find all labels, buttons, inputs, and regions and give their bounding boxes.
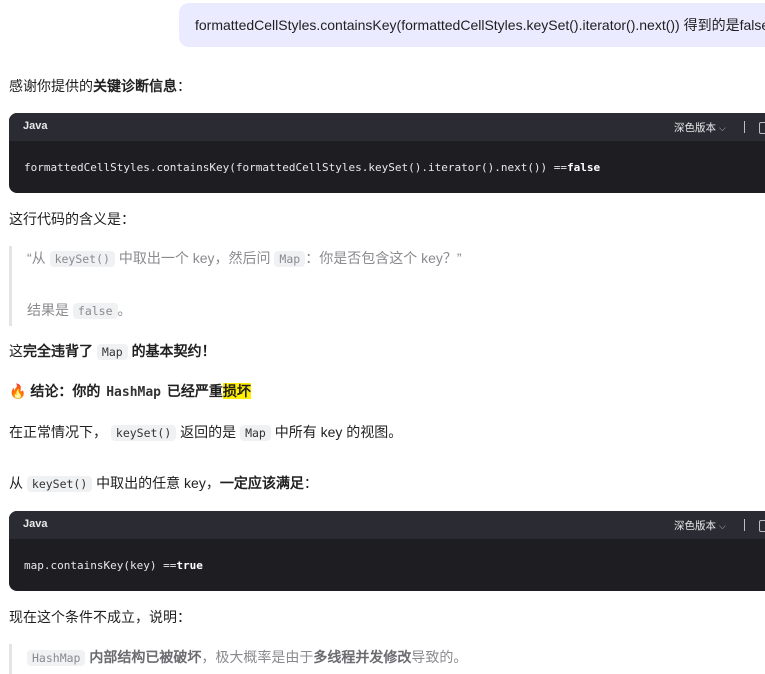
fire-icon: 🔥: [9, 383, 27, 399]
text: 这: [9, 343, 23, 359]
quote-text: 中取出一个 key，然后问: [118, 250, 271, 266]
inline-code: keySet(): [26, 476, 93, 492]
user-message-area: formattedCellStyles.containsKey(formatte…: [0, 0, 765, 56]
intro-text: 感谢你提供的关键诊断信息：: [9, 76, 191, 96]
from-keyset-text: 从 keySet() 中取出的任意 key，一定应该满足：: [9, 473, 318, 494]
code-content: formattedCellStyles.containsKey(formatte…: [9, 141, 765, 193]
normal-case-text: 在正常情况下， keySet() 返回的是 Map 中所有 key 的视图。: [9, 422, 402, 443]
inline-code: keySet(): [49, 251, 115, 267]
text: 从: [9, 475, 23, 491]
theme-toggle-label: 深色版本: [674, 520, 716, 532]
code-language-label: Java: [23, 120, 48, 132]
bold-text: 内部结构已被破坏: [89, 649, 202, 665]
quote-text: 结果是: [27, 302, 69, 318]
inline-code: Map: [96, 344, 128, 360]
code-block-header: Java 深色版本 ⌵: [9, 511, 765, 539]
highlighted-text: 损坏: [222, 383, 251, 399]
intro-suffix: ：: [177, 78, 191, 94]
code-keyword: true: [176, 558, 203, 572]
bold-text: 的基本契约: [131, 343, 202, 359]
text: 在正常情况下，: [9, 424, 107, 440]
code-text: formattedCellStyles.containsKey(formatte…: [24, 160, 568, 174]
quote-line: HashMap 内部结构已被破坏，极大概率是由于多线程并发修改导致的。: [27, 647, 467, 667]
quote-line-1: “从 keySet() 中取出一个 key，然后问 Map ：你是否包含这个 ke…: [27, 248, 462, 268]
conclusion-heading: 🔥 结论：你的 HashMap 已经严重损坏: [9, 381, 251, 403]
theme-toggle-button[interactable]: 深色版本 ⌵: [674, 518, 726, 533]
bold-text: 已经严重: [166, 383, 223, 399]
blockquote-2: HashMap 内部结构已被破坏，极大概率是由于多线程并发修改导致的。: [9, 644, 467, 674]
code-text: map.containsKey(key) ==: [24, 558, 177, 572]
divider: [744, 121, 745, 133]
code-language-label: Java: [23, 518, 48, 530]
blockquote-1: “从 keySet() 中取出一个 key，然后问 Map ：你是否包含这个 ke…: [9, 246, 462, 326]
text: 返回的是: [180, 424, 237, 440]
quote-text: 导致的。: [411, 649, 468, 665]
user-message-bubble: formattedCellStyles.containsKey(formatte…: [179, 3, 765, 47]
bold-text: 结论：你的: [30, 383, 101, 399]
text: 中所有 key 的视图。: [274, 424, 403, 440]
user-message-text: formattedCellStyles.containsKey(formatte…: [195, 17, 765, 33]
intro-prefix: 感谢你提供的: [9, 78, 93, 94]
text: 中取出的任意 key，: [96, 475, 220, 491]
bold-text: 多线程并发修改: [313, 649, 412, 665]
copy-icon[interactable]: [759, 520, 765, 532]
quote-text: ，极大概率是由于: [201, 649, 314, 665]
bold-text: ！: [201, 343, 216, 359]
theme-toggle-label: 深色版本: [674, 122, 716, 134]
inline-code: Map: [240, 425, 271, 441]
text: ：: [303, 475, 318, 491]
code-block-header: Java 深色版本 ⌵: [9, 113, 765, 141]
chevron-down-icon: ⌵: [719, 521, 726, 531]
code-content: map.containsKey(key) == true: [9, 539, 765, 591]
code-keyword: false: [567, 160, 601, 174]
intro-bold: 关键诊断信息: [93, 78, 177, 94]
copy-icon[interactable]: [759, 122, 765, 134]
now-text: 现在这个条件不成立，说明：: [9, 609, 191, 625]
chevron-down-icon: ⌵: [719, 123, 726, 133]
quote-text: 。: [117, 302, 132, 318]
inline-code: false: [72, 303, 118, 319]
inline-code: HashMap: [106, 385, 162, 400]
meaning-text: 这行代码的含义是：: [9, 211, 135, 227]
theme-toggle-button[interactable]: 深色版本 ⌵: [674, 120, 726, 135]
inline-code: keySet(): [110, 425, 177, 441]
bold-text: 完全违背了: [23, 343, 93, 359]
inline-code: Map: [274, 251, 306, 267]
violation-text: 这完全违背了 Map 的基本契约！: [9, 341, 216, 362]
code-block-2: Java 深色版本 ⌵ map.containsKey(key) == true: [9, 511, 765, 591]
code-block-1: Java 深色版本 ⌵ formattedCellStyles.containsK…: [9, 113, 765, 193]
quote-text: “从: [27, 250, 46, 266]
divider: [744, 519, 745, 531]
inline-code: HashMap: [27, 650, 86, 666]
quote-line-2: 结果是 false。: [27, 300, 132, 320]
bold-text: 一定应该满足: [219, 475, 304, 491]
quote-text: ：你是否包含这个 key？”: [305, 250, 462, 266]
